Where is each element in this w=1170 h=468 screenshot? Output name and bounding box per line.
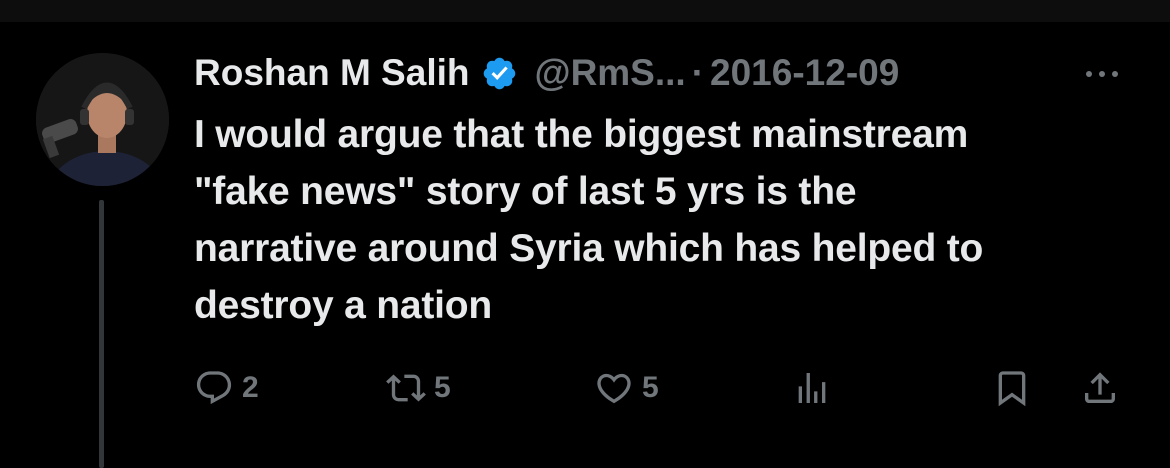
reply-button[interactable]: 2 [194, 360, 259, 416]
more-options-icon[interactable] [1086, 62, 1132, 86]
separator-dot: · [691, 52, 705, 93]
views-button[interactable] [792, 360, 832, 416]
reply-count: 2 [242, 371, 259, 404]
author-name[interactable]: Roshan M Salih [194, 52, 469, 94]
avatar[interactable] [36, 53, 169, 186]
retweet-icon [386, 374, 426, 402]
top-bar [0, 0, 1170, 22]
retweet-button[interactable]: 5 [386, 360, 451, 416]
avatar-image [36, 53, 169, 186]
thread-line [99, 200, 104, 468]
heart-icon [597, 373, 631, 404]
retweet-count: 5 [434, 371, 451, 404]
author-handle[interactable]: @RmS... [534, 52, 685, 94]
tweet-date[interactable]: 2016-12-09 [710, 52, 899, 94]
tweet-header: Roshan M Salih @RmS... · 2016-12-09 [194, 50, 899, 96]
reply-icon [196, 371, 232, 405]
share-button[interactable] [1080, 360, 1120, 416]
like-count: 5 [642, 371, 659, 404]
action-bar: 2 5 5 [194, 360, 1140, 416]
analytics-icon [798, 373, 826, 403]
bookmark-icon [998, 371, 1026, 407]
like-button[interactable]: 5 [594, 360, 659, 416]
share-icon [1085, 372, 1115, 403]
tweet-text: I would argue that the biggest mainstrea… [194, 113, 984, 327]
verified-badge-icon [481, 55, 518, 92]
bookmark-button[interactable] [992, 360, 1032, 416]
